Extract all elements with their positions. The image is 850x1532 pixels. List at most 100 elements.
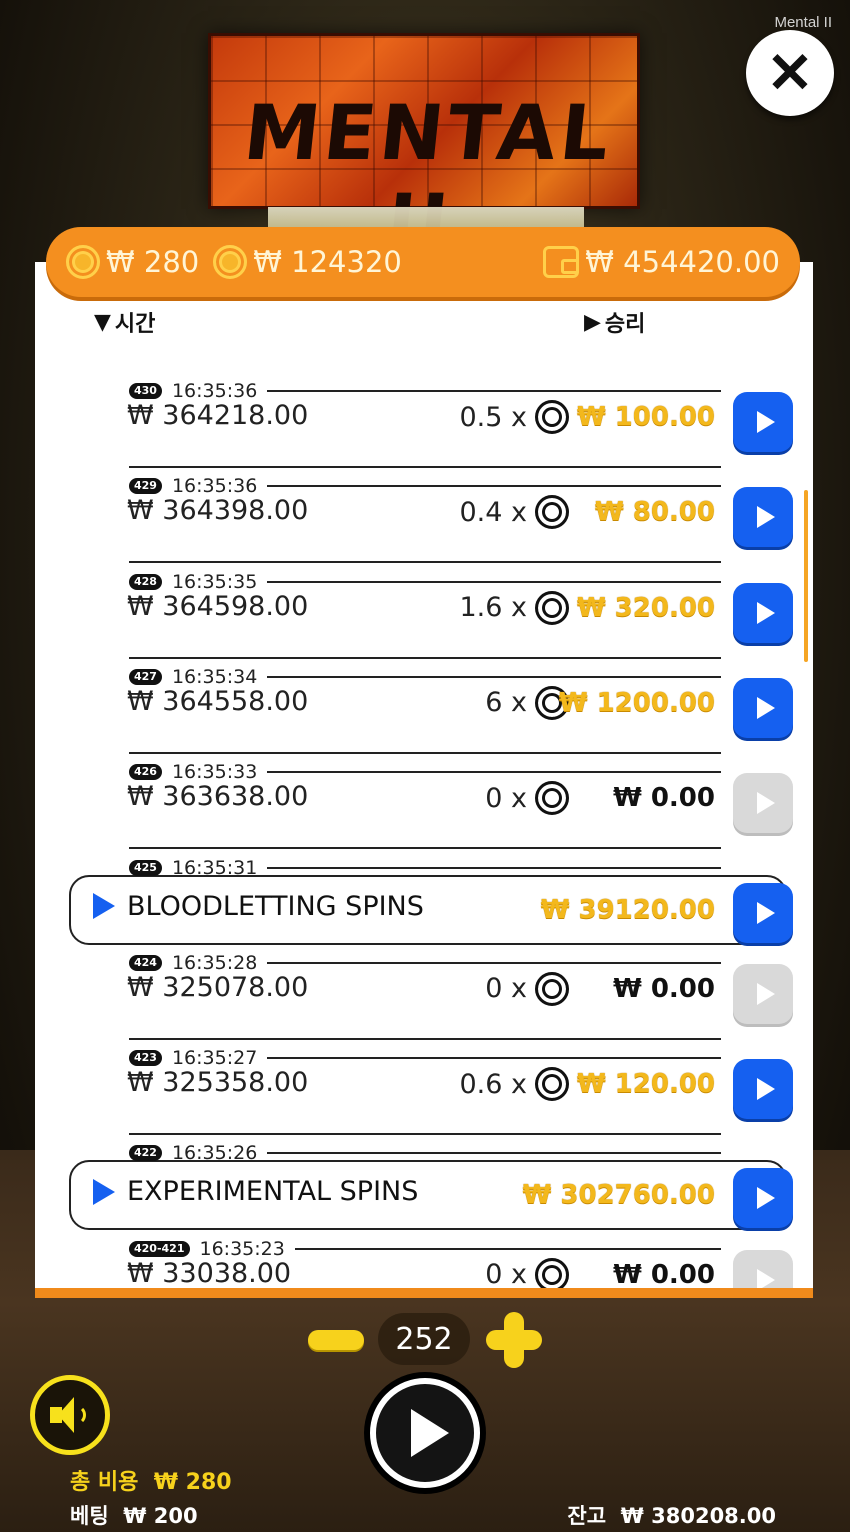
coin-icon: [535, 495, 569, 530]
replay-button[interactable]: [733, 392, 793, 452]
replay-button[interactable]: [733, 582, 793, 643]
row-time: 16:35:31: [171, 856, 258, 879]
sort-win-header[interactable]: ▶ 승리: [584, 306, 645, 338]
sort-down-icon: ▼: [94, 309, 111, 335]
time-column-label: 시간: [114, 312, 156, 337]
play-icon: [756, 696, 775, 719]
row-win: ₩ 39120.00: [540, 894, 715, 925]
play-icon: [756, 601, 775, 624]
multiplier-value: 0 x: [485, 782, 527, 814]
total-cost: 총 비용 ₩ 280: [70, 1464, 232, 1496]
row-divider: [267, 390, 721, 392]
multiplier-value: 0 x: [485, 973, 527, 1005]
replay-button[interactable]: [733, 677, 793, 738]
row-balance: ₩ 364558.00: [127, 685, 309, 717]
coin-icon: [535, 1257, 569, 1288]
row-underline: [129, 561, 721, 564]
row-multiplier: 0.6 x: [460, 1067, 569, 1102]
footer-balance-value: ₩ 380208.00: [620, 1504, 776, 1528]
row-win: ₩ 100.00: [576, 402, 715, 432]
coin-icon: [535, 971, 569, 1006]
sort-time-header[interactable]: ▼ 시간: [94, 306, 155, 338]
game-title: Mental II: [774, 14, 832, 31]
play-icon: [756, 982, 775, 1005]
round-badge: 429: [129, 478, 162, 495]
feature-name: EXPERIMENTAL SPINS: [127, 1176, 419, 1208]
wallet-icon: [543, 246, 580, 278]
decrease-button[interactable]: [308, 1330, 364, 1350]
history-row: 423 16:35:27 ₩ 325358.00 0.6 x ₩ 120.00: [93, 1047, 793, 1139]
row-win: ₩ 0.00: [613, 973, 715, 1004]
row-time: 16:35:26: [171, 1142, 258, 1165]
round-badge: 428: [129, 573, 162, 590]
play-icon: [756, 411, 775, 433]
play-icon: [756, 506, 775, 529]
cost-label: 총 비용: [70, 1470, 139, 1495]
footer-balance: 잔고 ₩ 380208.00: [567, 1500, 776, 1530]
logo-light: [268, 207, 584, 229]
row-win: ₩ 80.00: [595, 497, 715, 528]
coin-icon: [535, 590, 569, 625]
increase-button-vertical[interactable]: [504, 1312, 524, 1368]
replay-button[interactable]: [733, 882, 793, 943]
row-underline: [129, 847, 721, 850]
row-divider: [267, 675, 721, 678]
row-multiplier: 0 x: [485, 781, 569, 816]
total-win-value: ₩ 124320: [253, 245, 402, 279]
play-icon: [756, 1268, 775, 1288]
play-icon: [756, 792, 775, 815]
row-balance: ₩ 33038.00: [127, 1257, 292, 1289]
multiplier-value: 1.6 x: [459, 592, 528, 624]
scrollbar[interactable]: [804, 490, 808, 662]
history-row: 426 16:35:33 ₩ 363638.00 0 x ₩ 0.00: [93, 761, 793, 853]
row-multiplier: 0.4 x: [460, 495, 569, 530]
history-row: 424 16:35:28 ₩ 325078.00 0 x ₩ 0.00: [93, 952, 793, 1044]
row-win: ₩ 320.00: [576, 592, 715, 623]
round-badge: 426: [129, 764, 162, 781]
replay-button: [733, 1249, 793, 1288]
row-divider: [294, 1247, 721, 1250]
row-multiplier: 6 x: [485, 685, 569, 720]
close-button[interactable]: ✕: [746, 30, 834, 116]
feature-name: BLOODLETTING SPINS: [127, 890, 424, 922]
row-divider: [267, 771, 721, 774]
row-balance: ₩ 325078.00: [127, 971, 309, 1003]
row-multiplier: 0 x: [485, 971, 569, 1006]
row-balance: ₩ 363638.00: [127, 781, 309, 813]
multiplier-value: 0.5 x: [459, 401, 528, 433]
sort-right-icon: ▶: [584, 309, 601, 335]
row-time: 16:35:36: [171, 380, 258, 402]
feature-title: BLOODLETTING SPINS: [93, 891, 424, 922]
bet-value: ₩ 200: [123, 1504, 198, 1528]
replay-button[interactable]: [733, 487, 793, 548]
replay-button[interactable]: [733, 1059, 793, 1120]
sound-toggle[interactable]: [30, 1375, 110, 1455]
bet-label: 베팅: [70, 1504, 109, 1528]
multiplier-value: 6 x: [485, 687, 527, 719]
feature-title: EXPERIMENTAL SPINS: [93, 1176, 418, 1207]
multiplier-value: 0 x: [485, 1259, 527, 1291]
row-balance: ₩ 364398.00: [127, 495, 309, 527]
history-row: 429 16:35:36 ₩ 364398.00 0.4 x ₩ 80.00: [93, 475, 793, 567]
summary-bar: ₩ 280 ₩ 124320 ₩ 454420.00: [46, 227, 800, 297]
row-time: 16:35:36: [171, 475, 258, 498]
row-underline: [129, 656, 721, 659]
history-row: 428 16:35:35 ₩ 364598.00 1.6 x ₩ 320.00: [93, 571, 793, 663]
coin-icon: [213, 245, 248, 279]
row-balance: ₩ 325358.00: [127, 1067, 309, 1099]
feature-row: 422 16:35:26 EXPERIMENTAL SPINS ₩ 302760.00: [69, 1142, 793, 1234]
feature-play-icon: [93, 1178, 115, 1205]
replay-button[interactable]: [733, 1168, 793, 1229]
row-divider: [267, 580, 721, 583]
spin-count: 252: [378, 1313, 470, 1365]
history-row: 420-421 16:35:23 ₩ 33038.00 0 x ₩ 0.00: [93, 1238, 793, 1291]
row-win: ₩ 0.00: [613, 1259, 715, 1290]
balance-value: ₩ 454420.00: [585, 245, 780, 279]
row-balance: ₩ 364218.00: [127, 400, 309, 431]
coin-icon: [535, 1067, 569, 1102]
row-divider: [267, 961, 721, 964]
feature-row: 425 16:35:31 BLOODLETTING SPINS ₩ 39120.00: [69, 856, 793, 949]
round-badge: 422: [129, 1145, 162, 1162]
row-underline: [129, 1133, 721, 1136]
spin-button[interactable]: [370, 1378, 480, 1488]
